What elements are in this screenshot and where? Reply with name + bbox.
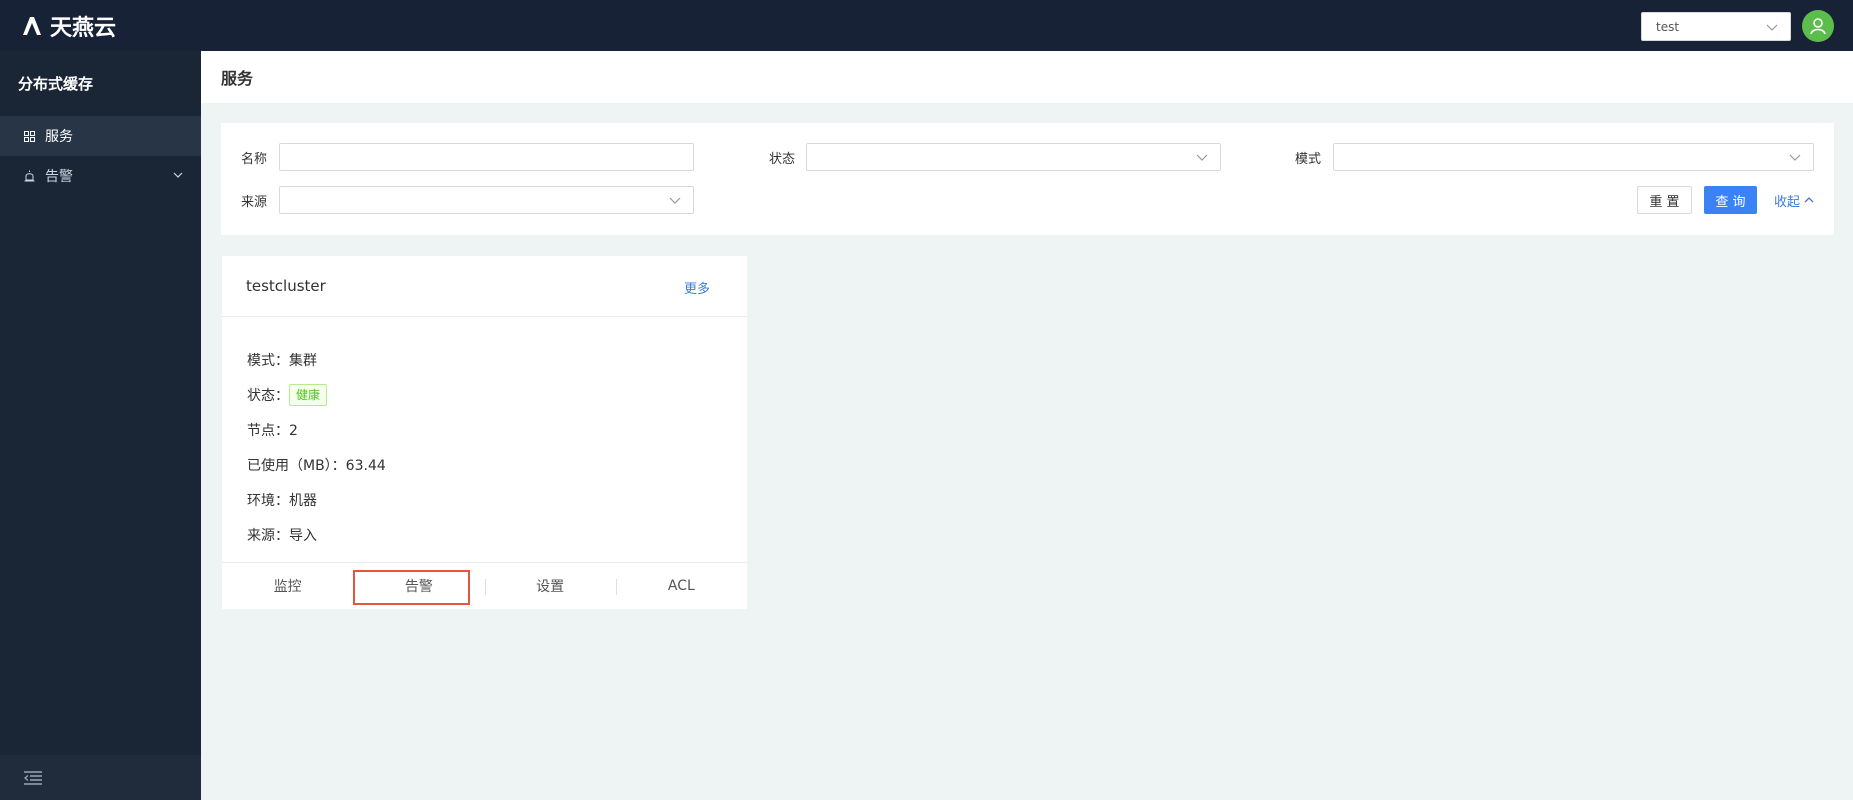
user-avatar[interactable] <box>1802 10 1834 42</box>
chevron-down-icon <box>1766 24 1778 31</box>
status-badge: 健康 <box>289 383 328 406</box>
sidebar-item-label: 告警 <box>45 169 73 185</box>
settings-button[interactable]: 设置 <box>484 563 616 609</box>
source-filter-label: 来源 <box>241 195 268 210</box>
sidebar-item-alarm[interactable]: 告警 <box>0 156 201 196</box>
name-filter-label: 名称 <box>241 152 268 167</box>
brand-logo-icon <box>23 16 41 35</box>
query-button[interactable]: 查 询 <box>1704 186 1757 214</box>
alarm-icon <box>24 170 35 182</box>
acl-button[interactable]: ACL <box>615 563 747 609</box>
mode-filter-label: 模式 <box>1295 152 1322 167</box>
more-link[interactable]: 更多 <box>684 278 710 297</box>
mode-filter-select[interactable] <box>1333 143 1814 171</box>
sidebar-title: 分布式缓存 <box>18 75 94 93</box>
monitor-button[interactable]: 监控 <box>222 563 353 609</box>
status-filter-label: 状态 <box>769 152 796 167</box>
source-row: 来源：导入 <box>247 527 317 544</box>
top-bar: 天燕云 test <box>0 0 1853 51</box>
nodes-row: 节点：2 <box>247 422 298 439</box>
filter-panel: 名称 状态 模式 来源 重 置 查 询 收起 <box>221 123 1834 235</box>
card-actions: 监控 告警 设置 ACL <box>222 562 747 609</box>
sidebar: 分布式缓存 服务 告警 <box>0 51 201 800</box>
tenant-select[interactable]: test <box>1641 12 1791 41</box>
env-row: 环境：机器 <box>247 492 317 509</box>
chevron-down-icon <box>669 197 681 204</box>
sidebar-item-label: 服务 <box>45 129 73 145</box>
collapse-label: 收起 <box>1774 194 1801 210</box>
card-title: testcluster <box>246 277 326 295</box>
grid-icon <box>24 130 35 142</box>
status-label: 状态： <box>247 387 289 404</box>
name-filter-input[interactable] <box>279 143 694 171</box>
mode-row: 模式：集群 <box>247 352 317 369</box>
source-filter-select[interactable] <box>279 186 694 214</box>
chevron-down-icon <box>173 172 183 178</box>
tenant-select-value: test <box>1656 19 1680 34</box>
page-title: 服务 <box>201 51 1853 103</box>
status-filter-select[interactable] <box>806 143 1221 171</box>
card-body: 模式：集群 状态： 健康 节点：2 已使用（MB）：63.44 环境：机器 来源… <box>222 317 747 552</box>
status-row: 状态： 健康 <box>222 377 747 412</box>
chevron-down-icon <box>1196 154 1208 161</box>
card-header: testcluster 更多 <box>222 256 747 317</box>
service-card: testcluster 更多 模式：集群 状态： 健康 节点：2 已使用（MB）… <box>222 256 747 609</box>
highlight-box <box>353 570 470 605</box>
brand-name: 天燕云 <box>50 15 117 41</box>
menu-fold-icon <box>24 770 42 785</box>
collapse-filters-link[interactable]: 收起 <box>1774 186 1814 214</box>
chevron-up-icon <box>1804 197 1814 203</box>
chevron-down-icon <box>1789 154 1801 161</box>
used-row: 已使用（MB）：63.44 <box>247 457 386 474</box>
user-icon <box>1810 18 1826 35</box>
sidebar-item-services[interactable]: 服务 <box>0 116 201 156</box>
reset-button[interactable]: 重 置 <box>1637 186 1692 214</box>
sidebar-collapse-toggle[interactable] <box>0 755 201 800</box>
brand-logo[interactable]: 天燕云 <box>20 10 116 42</box>
